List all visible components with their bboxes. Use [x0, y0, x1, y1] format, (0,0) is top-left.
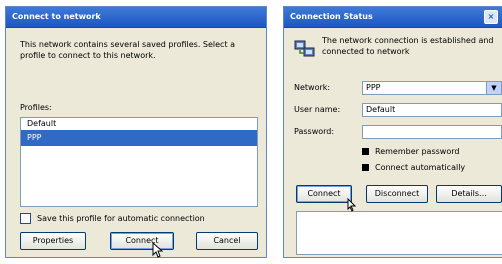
username-label: User name: [294, 105, 341, 114]
connect-automatically-label: Connect automatically [375, 163, 466, 172]
network-connection-icon [294, 40, 315, 57]
profiles-listbox[interactable]: Default PPP [20, 117, 258, 207]
dialog-title: Connect to network [12, 12, 101, 21]
dialog-message: This network contains several saved prof… [20, 40, 236, 60]
connect-button[interactable]: Connect [110, 232, 174, 250]
save-profile-checkbox-row[interactable]: Save this profile for automatic connecti… [20, 213, 205, 224]
username-field[interactable]: Default [362, 103, 502, 117]
network-label: Network: [294, 83, 331, 92]
mouse-pointer-icon [152, 242, 164, 258]
cancel-button[interactable]: Cancel [196, 232, 258, 250]
dialog-title-bar: Connection Status × [284, 7, 502, 28]
save-profile-checkbox[interactable] [20, 213, 31, 224]
remember-password-option[interactable]: Remember password [362, 147, 459, 156]
profiles-label: Profiles: [20, 103, 52, 112]
network-dropdown[interactable]: PPP ▼ [362, 81, 502, 95]
mouse-pointer-icon [347, 198, 357, 212]
password-field[interactable] [362, 125, 502, 139]
connect-automatically-checkbox[interactable] [362, 164, 369, 171]
connect-button[interactable]: Connect [296, 185, 352, 203]
password-label: Password: [294, 127, 335, 136]
dialog-title-bar: Connect to network [6, 7, 266, 28]
properties-button[interactable]: Properties [20, 232, 86, 250]
disconnect-button[interactable]: Disconnect [366, 185, 428, 203]
save-profile-checkbox-label: Save this profile for automatic connecti… [37, 214, 205, 223]
profile-item-ppp[interactable]: PPP [21, 130, 257, 146]
chevron-down-icon[interactable]: ▼ [486, 82, 501, 94]
profile-item-default[interactable]: Default [21, 118, 257, 130]
status-message: The network connection is established an… [322, 36, 494, 56]
remember-password-checkbox[interactable] [362, 148, 369, 155]
close-icon[interactable]: × [484, 10, 498, 24]
dialog-title: Connection Status [290, 12, 373, 21]
connect-automatically-option[interactable]: Connect automatically [362, 163, 465, 172]
connection-status-dialog: Connection Status × The network connecti… [283, 6, 502, 258]
details-button[interactable]: Details... [436, 185, 502, 203]
status-log-area [296, 211, 502, 255]
network-dropdown-value: PPP [366, 83, 381, 92]
remember-password-label: Remember password [375, 147, 460, 156]
connect-profile-dialog: Connect to network This network contains… [5, 6, 267, 258]
